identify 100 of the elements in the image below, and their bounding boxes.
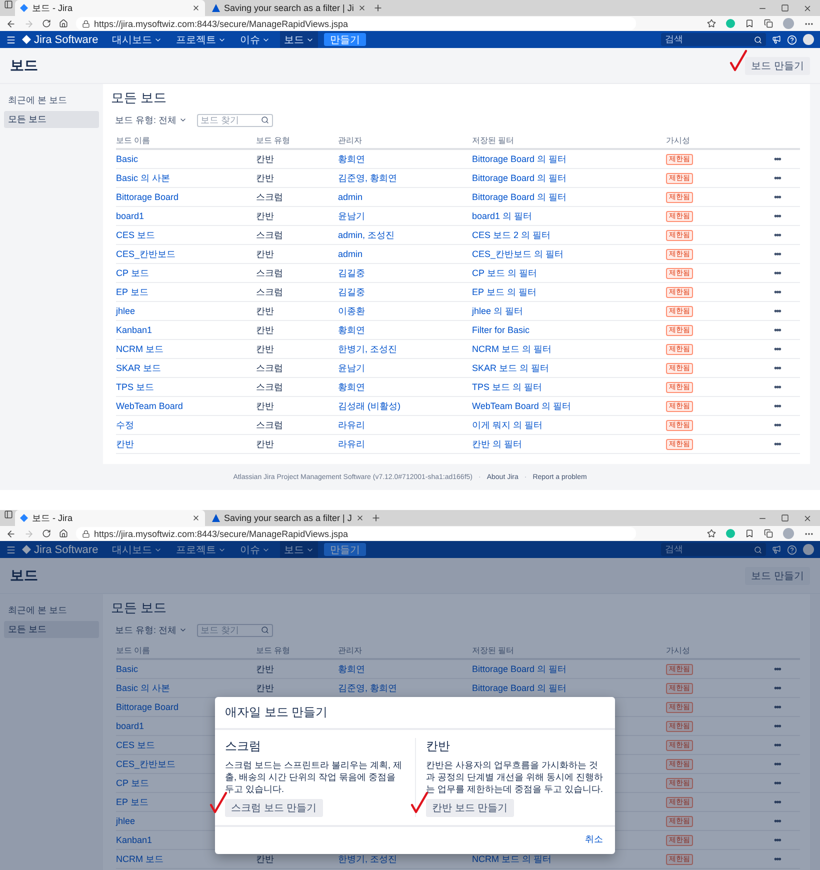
board-link[interactable]: Basic 의 사본 bbox=[116, 172, 170, 184]
browser-tab[interactable]: 보드 - Jira bbox=[15, 510, 205, 526]
more-actions-button[interactable]: ••• bbox=[774, 797, 780, 807]
more-actions-button[interactable]: ••• bbox=[774, 740, 780, 750]
menu-icon[interactable] bbox=[6, 34, 16, 44]
more-actions-button[interactable]: ••• bbox=[774, 683, 780, 693]
board-link[interactable]: 수정 bbox=[116, 418, 134, 432]
close-icon[interactable] bbox=[358, 4, 366, 12]
more-actions-button[interactable]: ••• bbox=[774, 344, 780, 354]
board-type-dropdown[interactable]: 보드 유형: 전체 bbox=[115, 624, 187, 636]
admin-link[interactable]: 김준영, 황희연 bbox=[338, 172, 398, 184]
admin-link[interactable]: 한병기, 조성진 bbox=[338, 852, 398, 866]
address-field[interactable]: https://jira.mysoftwiz.com:8443/secure/ManageRapidViews.jspa bbox=[76, 17, 636, 30]
more-actions-button[interactable]: ••• bbox=[774, 854, 780, 864]
filter-link[interactable]: Filter for Basic bbox=[472, 325, 530, 335]
board-link[interactable]: EP 보드 bbox=[116, 286, 148, 298]
board-link[interactable]: 칸반 bbox=[116, 438, 134, 450]
board-link[interactable]: CES 보드 bbox=[116, 738, 156, 752]
app-logo[interactable]: Jira Software bbox=[34, 544, 98, 556]
collections-icon[interactable] bbox=[764, 19, 773, 28]
board-link[interactable]: CP 보드 bbox=[116, 776, 149, 790]
filter-link[interactable]: Bittorage Board 의 필터 bbox=[472, 662, 567, 676]
create-board-button[interactable]: 보드 만들기 bbox=[745, 56, 810, 74]
tab-actions-icon[interactable] bbox=[4, 510, 13, 519]
more-actions-button[interactable]: ••• bbox=[774, 287, 780, 297]
admin-link[interactable]: 황희연 bbox=[338, 662, 365, 676]
create-button[interactable]: 만들기 bbox=[324, 33, 366, 46]
more-actions-button[interactable]: ••• bbox=[774, 192, 780, 202]
new-tab-icon[interactable] bbox=[370, 513, 381, 523]
favorites-icon[interactable] bbox=[745, 19, 754, 28]
nav-menu[interactable]: 이슈 bbox=[236, 31, 274, 48]
admin-link[interactable]: 김성래 (비활성) bbox=[338, 400, 400, 412]
board-link[interactable]: Basic 의 사본 bbox=[116, 682, 170, 694]
browser-tab[interactable]: Saving your search as a filter | Ji bbox=[207, 0, 371, 16]
board-link[interactable]: CES_칸반보드 bbox=[116, 248, 176, 260]
more-actions-button[interactable]: ••• bbox=[774, 835, 780, 845]
nav-menu[interactable]: 대시보드 bbox=[108, 541, 166, 558]
more-actions-button[interactable]: ••• bbox=[774, 439, 780, 449]
admin-link[interactable]: 라유리 bbox=[338, 418, 365, 432]
admin-link[interactable]: 라유리 bbox=[338, 438, 365, 450]
filter-link[interactable]: jhlee 의 필터 bbox=[472, 304, 524, 318]
admin-link[interactable]: 김길중 bbox=[338, 286, 365, 298]
close-icon[interactable] bbox=[803, 4, 812, 12]
home-icon[interactable] bbox=[59, 19, 68, 28]
collections-icon[interactable] bbox=[764, 529, 773, 538]
megaphone-icon[interactable] bbox=[772, 545, 781, 554]
filter-link[interactable]: board1 의 필터 bbox=[472, 210, 532, 222]
maximize-icon[interactable] bbox=[781, 514, 789, 522]
create-board-button[interactable]: 칸반 보드 만들기 bbox=[426, 799, 514, 817]
more-actions-button[interactable]: ••• bbox=[774, 420, 780, 430]
browser-tab[interactable]: Saving your search as a filter | J bbox=[207, 510, 369, 526]
filter-link[interactable]: CES_칸반보드 의 필터 bbox=[472, 248, 564, 260]
filter-link[interactable]: Bittorage Board 의 필터 bbox=[472, 172, 567, 184]
filter-link[interactable]: WebTeam Board 의 필터 bbox=[472, 400, 571, 412]
admin-link[interactable]: 김길중 bbox=[338, 266, 365, 280]
help-icon[interactable] bbox=[787, 544, 797, 554]
megaphone-icon[interactable] bbox=[772, 35, 781, 44]
sidebar-item[interactable]: 모든 보드 bbox=[4, 621, 99, 638]
more-actions-button[interactable]: ••• bbox=[774, 154, 780, 164]
more-actions-button[interactable]: ••• bbox=[774, 249, 780, 259]
board-link[interactable]: Basic bbox=[116, 664, 138, 674]
more-actions-button[interactable]: ••• bbox=[774, 363, 780, 373]
board-link[interactable]: WebTeam Board bbox=[116, 401, 183, 411]
menu-icon[interactable] bbox=[6, 544, 16, 554]
board-type-dropdown[interactable]: 보드 유형: 전체 bbox=[115, 114, 187, 126]
filter-link[interactable]: Bittorage Board 의 필터 bbox=[472, 152, 567, 166]
nav-menu[interactable]: 대시보드 bbox=[108, 31, 166, 48]
board-link[interactable]: Basic bbox=[116, 154, 138, 164]
board-link[interactable]: jhlee bbox=[116, 816, 136, 826]
more-actions-button[interactable]: ••• bbox=[774, 778, 780, 788]
admin-link[interactable]: 한병기, 조성진 bbox=[338, 342, 398, 356]
star-icon[interactable] bbox=[707, 19, 716, 28]
admin-link[interactable]: 황희연 bbox=[338, 380, 365, 394]
board-link[interactable]: SKAR 보드 bbox=[116, 362, 162, 374]
board-link[interactable]: NCRM 보드 bbox=[116, 342, 164, 356]
cancel-link[interactable]: 취소 bbox=[585, 833, 603, 846]
filter-link[interactable]: SKAR 보드 의 필터 bbox=[472, 362, 550, 374]
more-actions-button[interactable]: ••• bbox=[774, 230, 780, 240]
admin-link[interactable]: 윤남기 bbox=[338, 362, 365, 374]
filter-link[interactable]: NCRM 보드 의 필터 bbox=[472, 342, 552, 356]
more-actions-button[interactable]: ••• bbox=[774, 173, 780, 183]
refresh-icon[interactable] bbox=[42, 529, 51, 538]
back-icon[interactable] bbox=[6, 528, 16, 538]
more-actions-button[interactable]: ••• bbox=[774, 702, 780, 712]
more-actions-button[interactable]: ••• bbox=[774, 664, 780, 674]
filter-link[interactable]: CP 보드 의 필터 bbox=[472, 266, 537, 280]
help-icon[interactable] bbox=[787, 34, 797, 44]
nav-menu[interactable]: 프로젝트 bbox=[172, 541, 230, 558]
admin-link[interactable]: admin bbox=[338, 192, 363, 202]
nav-menu[interactable]: 보드 bbox=[280, 541, 318, 558]
sidebar-item[interactable]: 모든 보드 bbox=[4, 111, 99, 128]
close-icon[interactable] bbox=[356, 514, 364, 522]
board-link[interactable]: Kanban1 bbox=[116, 835, 152, 845]
star-icon[interactable] bbox=[707, 529, 716, 538]
new-tab-icon[interactable] bbox=[372, 3, 383, 13]
more-actions-button[interactable]: ••• bbox=[774, 211, 780, 221]
admin-link[interactable]: 윤남기 bbox=[338, 210, 365, 222]
refresh-icon[interactable] bbox=[42, 19, 51, 28]
close-icon[interactable] bbox=[192, 514, 200, 522]
nav-menu[interactable]: 프로젝트 bbox=[172, 31, 230, 48]
